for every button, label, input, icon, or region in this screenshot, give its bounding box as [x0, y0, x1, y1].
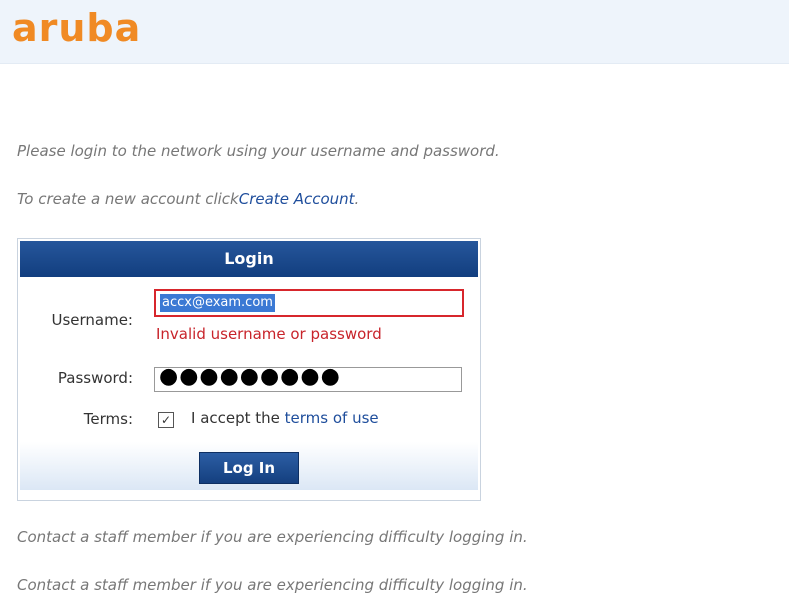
button-bar: Log In	[20, 442, 478, 490]
terms-text: I accept the terms of use	[191, 409, 379, 427]
username-value: accx@exam.com	[160, 294, 275, 312]
username-label: Username:	[51, 311, 133, 329]
create-account-link[interactable]: Create Account	[239, 190, 355, 208]
password-field[interactable]: ●●●●●●●●●	[154, 364, 462, 392]
create-account-suffix: .	[354, 190, 360, 208]
page-header: aruba	[0, 0, 789, 64]
terms-label: Terms:	[83, 410, 133, 428]
login-box-title: Login	[20, 241, 478, 277]
login-box: Login Username: accx@exam.com Invalid us…	[17, 238, 481, 501]
terms-prefix: I accept the	[191, 409, 285, 427]
terms-of-use-link[interactable]: terms of use	[285, 409, 379, 427]
aruba-logo: aruba	[12, 6, 142, 50]
contact-message-2: Contact a staff member if you are experi…	[17, 576, 528, 594]
log-in-button[interactable]: Log In	[199, 452, 299, 484]
password-value: ●●●●●●●●●	[159, 364, 341, 389]
login-instructions: Please login to the network using your u…	[17, 142, 500, 160]
create-account-prefix: To create a new account click	[17, 190, 239, 208]
checkmark-icon: ✓	[160, 413, 172, 427]
contact-message-1: Contact a staff member if you are experi…	[17, 528, 528, 546]
create-account-line: To create a new account clickCreate Acco…	[17, 190, 359, 208]
username-field[interactable]: accx@exam.com	[154, 289, 464, 317]
error-message: Invalid username or password	[156, 325, 382, 343]
terms-checkbox[interactable]: ✓	[158, 412, 174, 428]
password-label: Password:	[57, 369, 133, 387]
